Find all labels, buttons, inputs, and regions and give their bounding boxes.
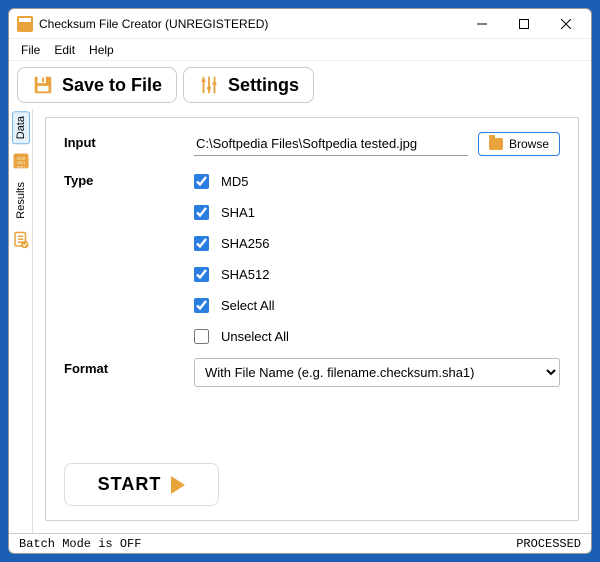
form-panel: Input Browse Type MD5 SHA1 SHA256 [45,117,579,521]
tab-results[interactable]: Results [13,178,29,223]
main: Input Browse Type MD5 SHA1 SHA256 [33,109,591,533]
input-label: Input [64,132,184,150]
check-unselect-all-label: Unselect All [221,329,289,344]
svg-text:1001: 1001 [16,161,24,165]
minimize-icon [477,19,487,29]
input-path-field[interactable] [194,132,468,156]
binary-icon: 0110 1001 0101 [12,152,30,170]
row-input: Input Browse [64,132,560,156]
check-select-all[interactable]: Select All [194,298,560,313]
save-to-file-button[interactable]: Save to File [17,67,177,103]
check-sha512-label: SHA512 [221,267,269,282]
check-select-all-label: Select All [221,298,274,313]
svg-text:0110: 0110 [16,157,24,161]
svg-text:0101: 0101 [16,166,24,170]
app-window: Checksum File Creator (UNREGISTERED) Fil… [8,8,592,554]
app-icon [17,16,33,32]
sliders-icon [198,74,220,96]
close-button[interactable] [545,10,587,38]
check-sha256[interactable]: SHA256 [194,236,560,251]
window-controls [461,10,587,38]
check-md5[interactable]: MD5 [194,174,560,189]
menu-edit[interactable]: Edit [48,41,81,59]
maximize-icon [519,19,529,29]
start-label: START [98,474,162,495]
close-icon [561,19,571,29]
format-select[interactable]: With File Name (e.g. filename.checksum.s… [194,358,560,387]
check-select-all-box[interactable] [194,298,209,313]
check-md5-label: MD5 [221,174,248,189]
toolbar: Save to File Settings [9,61,591,109]
check-sha1-label: SHA1 [221,205,255,220]
browse-button[interactable]: Browse [478,132,560,156]
window-title: Checksum File Creator (UNREGISTERED) [39,17,461,31]
save-to-file-label: Save to File [62,75,162,96]
browse-label: Browse [509,137,549,151]
statusbar: Batch Mode is OFF PROCESSED [9,533,591,553]
tab-data[interactable]: Data [12,111,30,144]
checklist-icon [12,231,30,249]
type-label: Type [64,170,184,188]
format-label: Format [64,358,184,376]
body: Data 0110 1001 0101 Results Input [9,109,591,533]
menu-help[interactable]: Help [83,41,120,59]
menubar: File Edit Help [9,39,591,61]
check-unselect-all-box[interactable] [194,329,209,344]
status-right: PROCESSED [516,537,581,551]
sidebar: Data 0110 1001 0101 Results [9,109,33,533]
settings-label: Settings [228,75,299,96]
check-sha1-box[interactable] [194,205,209,220]
check-sha256-box[interactable] [194,236,209,251]
save-icon [32,74,54,96]
type-checks: MD5 SHA1 SHA256 SHA512 Select All Unsele… [194,170,560,344]
menu-file[interactable]: File [15,41,46,59]
start-button[interactable]: START [64,463,219,506]
check-sha512[interactable]: SHA512 [194,267,560,282]
check-sha1[interactable]: SHA1 [194,205,560,220]
status-left: Batch Mode is OFF [19,537,141,551]
settings-button[interactable]: Settings [183,67,314,103]
check-sha512-box[interactable] [194,267,209,282]
titlebar: Checksum File Creator (UNREGISTERED) [9,9,591,39]
row-type: Type MD5 SHA1 SHA256 SHA512 Select All U… [64,170,560,344]
check-sha256-label: SHA256 [221,236,269,251]
maximize-button[interactable] [503,10,545,38]
check-md5-box[interactable] [194,174,209,189]
folder-icon [489,138,503,150]
check-unselect-all[interactable]: Unselect All [194,329,560,344]
minimize-button[interactable] [461,10,503,38]
row-format: Format With File Name (e.g. filename.che… [64,358,560,387]
play-icon [171,476,185,494]
